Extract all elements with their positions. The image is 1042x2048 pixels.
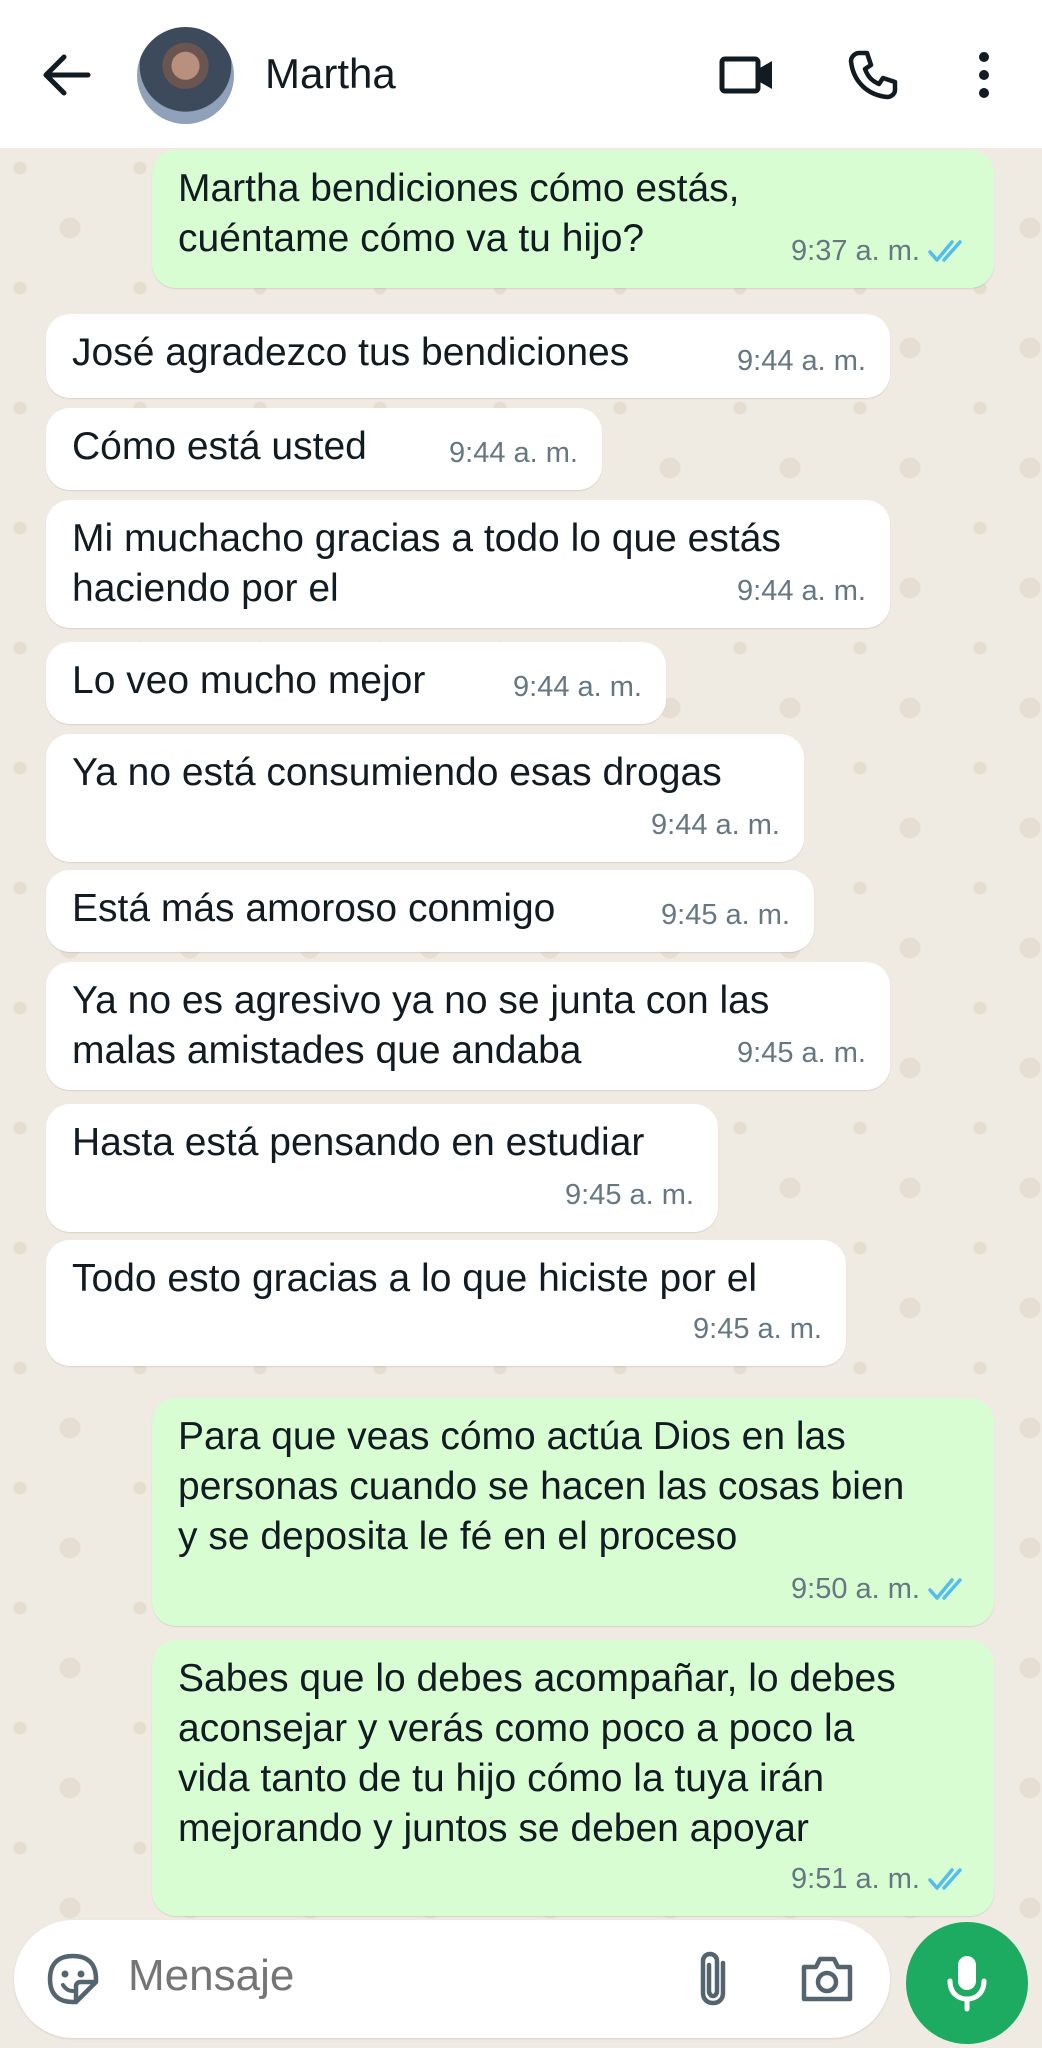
message-bubble-incoming[interactable]: Mi muchacho gracias a todo lo que estás … [46,500,890,628]
message-meta: 9:45 a. m. [661,890,790,940]
emoji-button[interactable] [40,1946,106,2012]
message-time: 9:50 a. m. [791,1573,920,1605]
message-bubble-incoming[interactable]: José agradezco tus bendiciones 9:44 a. m… [46,314,890,398]
message-bubble-incoming[interactable]: Todo esto gracias a lo que hiciste por e… [46,1240,846,1366]
message-meta: 9:51 a. m. [791,1854,970,1904]
contact-name[interactable]: Martha [265,50,396,98]
chat-header: Martha [0,0,1042,148]
phone-icon [848,50,898,100]
message-meta: 9:50 a. m. [791,1564,970,1614]
message-time: 9:44 a. m. [737,345,866,377]
message-bubble-outgoing[interactable]: Sabes que lo debes acompañar, lo debes a… [152,1640,994,1916]
message-meta: 9:44 a. m. [651,800,780,850]
message-time: 9:44 a. m. [449,437,578,469]
message-bubble-incoming[interactable]: Hasta está pensando en estudiar 9:45 a. … [46,1104,718,1232]
message-text: Hasta está pensando en estudiar [72,1121,645,1164]
message-time: 9:51 a. m. [791,1863,920,1895]
message-time: 9:44 a. m. [513,671,642,703]
message-bubble-outgoing[interactable]: Martha bendiciones cómo estás, cuéntame … [152,150,994,288]
video-call-icon [719,56,772,94]
message-time: 9:45 a. m. [661,899,790,931]
back-button[interactable] [30,44,102,106]
message-meta: 9:44 a. m. [737,336,866,386]
message-bubble-incoming[interactable]: Lo veo mucho mejor 9:44 a. m. [46,642,666,724]
message-meta: 9:45 a. m. [693,1304,822,1354]
message-meta: 9:44 a. m. [449,428,578,478]
message-bubble-incoming[interactable]: Ya no está consumiendo esas drogas 9:44 … [46,734,804,862]
message-text: Para que veas cómo actúa Dios en las per… [178,1415,905,1558]
message-time: 9:45 a. m. [693,1313,822,1345]
message-time: 9:45 a. m. [565,1179,694,1211]
message-time: 9:37 a. m. [791,235,920,267]
sticker-emoji-icon [47,1953,99,2005]
message-time: 9:45 a. m. [737,1037,866,1069]
voice-message-button[interactable] [906,1922,1028,2044]
message-time: 9:44 a. m. [651,809,780,841]
microphone-icon [947,1956,987,2012]
voice-call-button[interactable] [838,44,908,106]
message-composer [14,1920,890,2038]
message-meta: 9:45 a. m. [565,1170,694,1220]
chat-messages[interactable]: Martha bendiciones cómo estás, cuéntame … [0,148,1042,1920]
paperclip-icon [700,1951,726,2006]
message-bubble-incoming[interactable]: Ya no es agresivo ya no se junta con las… [46,962,890,1090]
message-meta: 9:37 a. m. [791,226,970,276]
message-text: Todo esto gracias a lo que hiciste por e… [72,1257,758,1300]
message-text: Ya no está consumiendo esas drogas [72,751,722,794]
double-check-icon [928,240,962,262]
message-meta: 9:44 a. m. [737,566,866,616]
more-vert-icon [979,52,989,98]
message-meta: 9:45 a. m. [737,1028,866,1078]
camera-button[interactable] [794,1946,860,2012]
message-bubble-incoming[interactable]: Cómo está usted 9:44 a. m. [46,408,602,490]
message-text: Sabes que lo debes acompañar, lo debes a… [178,1657,896,1850]
arrow-left-icon [43,54,91,96]
more-options-button[interactable] [962,44,1006,106]
message-bubble-outgoing[interactable]: Para que veas cómo actúa Dios en las per… [152,1398,994,1626]
message-input[interactable] [126,1950,690,2002]
attach-button[interactable] [680,1946,746,2012]
double-check-icon [928,1578,962,1600]
message-time: 9:44 a. m. [737,575,866,607]
message-bubble-incoming[interactable]: Está más amoroso conmigo 9:45 a. m. [46,870,814,952]
camera-icon [801,1956,853,2002]
message-meta: 9:44 a. m. [513,662,642,712]
double-check-icon [928,1868,962,1890]
contact-avatar[interactable] [137,27,234,124]
video-call-button[interactable] [712,44,782,106]
